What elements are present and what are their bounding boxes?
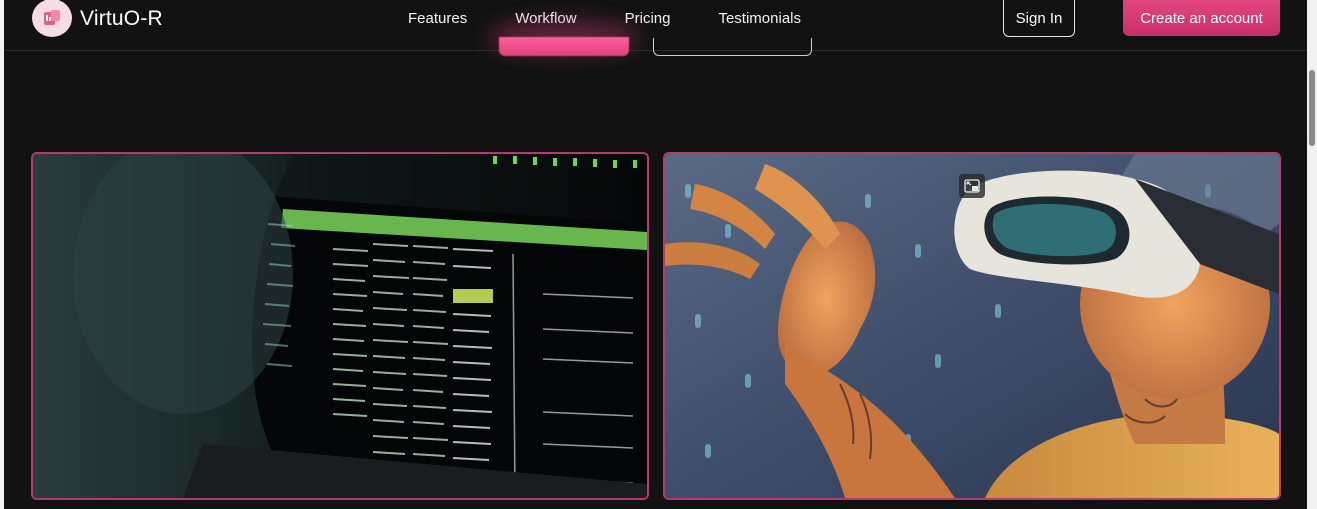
vr-headset-logo-icon [32, 0, 72, 37]
page-scrollbar[interactable] [1307, 0, 1317, 509]
sign-in-button[interactable]: Sign In [1003, 0, 1075, 37]
hero-secondary-button[interactable] [653, 38, 812, 56]
brand-logo[interactable]: VirtuO-R [32, 0, 163, 38]
hero-primary-button[interactable] [499, 37, 629, 56]
picture-in-picture-icon[interactable] [959, 174, 985, 198]
nav-link-testimonials[interactable]: Testimonials [718, 10, 801, 27]
scrollbar-thumb[interactable] [1309, 70, 1315, 146]
nav-link-features[interactable]: Features [408, 10, 467, 27]
left-window-edge [0, 0, 4, 509]
vr-headset-person-image [663, 152, 1281, 500]
terminal-screen-image [31, 152, 649, 500]
nav-link-pricing[interactable]: Pricing [625, 10, 671, 27]
create-account-button[interactable]: Create an account [1123, 0, 1280, 36]
brand-name: VirtuO-R [80, 7, 163, 30]
